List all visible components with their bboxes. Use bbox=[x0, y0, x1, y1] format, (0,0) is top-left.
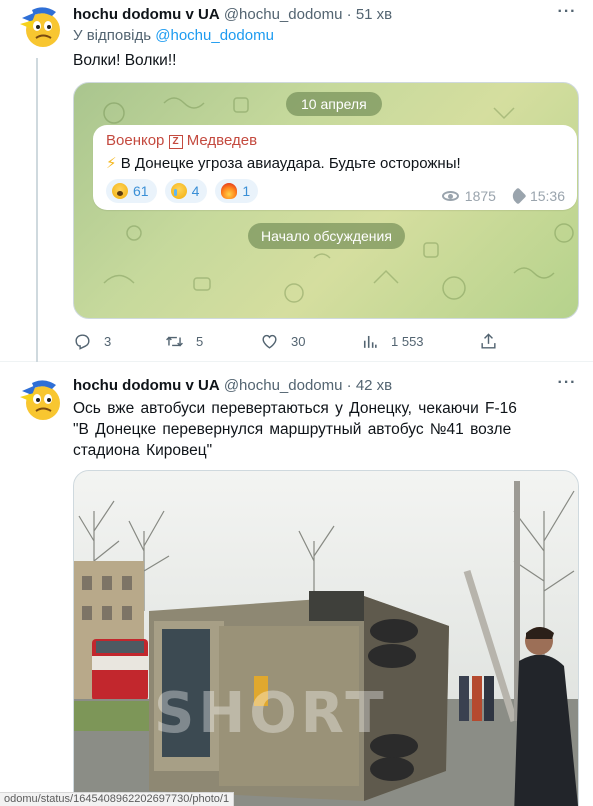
lightning-icon: ⚡ bbox=[106, 155, 117, 172]
reaction-cry: 4 bbox=[164, 179, 208, 203]
photo-watermark: SHORT bbox=[154, 681, 388, 746]
more-options-icon[interactable]: ··· bbox=[557, 4, 577, 25]
message-time: 15:36 bbox=[529, 188, 565, 204]
user-handle[interactable]: @hochu_dodomu bbox=[224, 6, 343, 23]
scream-emoji-icon bbox=[112, 183, 128, 199]
share-button[interactable] bbox=[479, 332, 498, 351]
fire-emoji-icon bbox=[221, 183, 238, 199]
reply-prefix: У відповідь bbox=[73, 27, 152, 44]
message-text: ⚡ В Донецке угроза авиаудара. Будьте ост… bbox=[106, 154, 461, 172]
view-count: 1 553 bbox=[391, 334, 424, 349]
tweet-text-line-2: "В Донецке перевернулся маршрутный автоб… bbox=[73, 421, 512, 459]
eye-icon bbox=[441, 191, 459, 201]
tweet-1[interactable]: hochu dodomu v UA @hochu_dodomu · 51 хв … bbox=[0, 0, 593, 362]
tweet-2[interactable]: hochu dodomu v UA @hochu_dodomu · 42 хв … bbox=[0, 368, 593, 806]
message-meta: 1875 15:36 bbox=[441, 187, 565, 205]
tweet-text: Ось вже автобуси перевертаються у Донецк… bbox=[73, 398, 573, 461]
avatar-icon bbox=[20, 7, 60, 47]
tweet-actions: 3 5 30 1 553 bbox=[73, 332, 513, 354]
avatar[interactable] bbox=[12, 375, 62, 423]
timestamp[interactable]: 42 хв bbox=[356, 377, 392, 394]
telegram-message-bubble: Военкор Z Медведев ⚡ В Донецке угроза ав… bbox=[93, 125, 577, 210]
tweet-text: Волки! Волки!! bbox=[73, 52, 177, 69]
view-count: 1875 bbox=[464, 188, 496, 204]
reaction-scream: 61 bbox=[106, 179, 157, 203]
like-button[interactable]: 30 bbox=[260, 332, 305, 351]
retweet-button[interactable]: 5 bbox=[165, 332, 203, 351]
reaction-count: 61 bbox=[133, 183, 149, 199]
reaction-count: 4 bbox=[191, 183, 200, 199]
reply-count: 3 bbox=[104, 334, 112, 349]
sender-suffix: Медведев bbox=[186, 132, 258, 149]
tweet-photo[interactable]: SHORT bbox=[73, 470, 579, 806]
reply-icon bbox=[75, 334, 90, 350]
tweet-text-line-1: Ось вже автобуси перевертаються у Донецк… bbox=[73, 400, 517, 417]
reaction-fire: 1 bbox=[215, 179, 259, 203]
separator: · bbox=[346, 6, 352, 23]
overturned-bus-photo bbox=[74, 471, 578, 806]
reaction-count: 1 bbox=[242, 183, 251, 199]
reactions: 61 4 1 bbox=[106, 179, 259, 203]
channel-name: Военкор Z Медведев bbox=[106, 132, 257, 149]
display-name[interactable]: hochu dodomu v UA bbox=[73, 6, 220, 23]
message-body: В Донецке угроза авиаудара. Будьте остор… bbox=[120, 155, 461, 172]
avatar[interactable] bbox=[12, 2, 62, 50]
reply-handle-link[interactable]: @hochu_dodomu bbox=[155, 27, 274, 44]
crying-emoji-icon bbox=[170, 183, 187, 199]
retweet-icon bbox=[166, 336, 183, 347]
avatar-icon bbox=[20, 380, 60, 420]
user-handle[interactable]: @hochu_dodomu bbox=[224, 377, 343, 394]
browser-status-url: odomu/status/1645408962202697730/photo/1 bbox=[0, 792, 235, 806]
thread-line bbox=[36, 58, 38, 362]
pin-icon bbox=[509, 187, 527, 205]
tweet-header: hochu dodomu v UA @hochu_dodomu · 51 хв bbox=[73, 6, 392, 23]
timestamp[interactable]: 51 хв bbox=[356, 6, 392, 23]
reply-context: У відповідь @hochu_dodomu bbox=[73, 27, 274, 44]
telegram-screenshot-image[interactable]: 10 апреля Военкор Z Медведев ⚡ В Донецке… bbox=[73, 82, 579, 319]
date-badge: 10 апреля bbox=[286, 92, 382, 116]
analytics-icon bbox=[363, 335, 377, 348]
sender-name: Военкор bbox=[106, 132, 165, 149]
z-badge-icon: Z bbox=[168, 135, 183, 149]
share-icon bbox=[481, 333, 496, 349]
retweet-count: 5 bbox=[196, 334, 204, 349]
separator: · bbox=[346, 377, 352, 394]
start-discussion-badge: Начало обсуждения bbox=[248, 223, 405, 249]
tweet-header: hochu dodomu v UA @hochu_dodomu · 42 хв bbox=[73, 377, 392, 394]
display-name[interactable]: hochu dodomu v UA bbox=[73, 377, 220, 394]
like-count: 30 bbox=[291, 334, 306, 349]
more-options-icon[interactable]: ··· bbox=[557, 375, 577, 396]
reply-button[interactable]: 3 bbox=[73, 332, 111, 351]
heart-icon bbox=[262, 334, 277, 349]
views-button[interactable]: 1 553 bbox=[360, 332, 424, 351]
